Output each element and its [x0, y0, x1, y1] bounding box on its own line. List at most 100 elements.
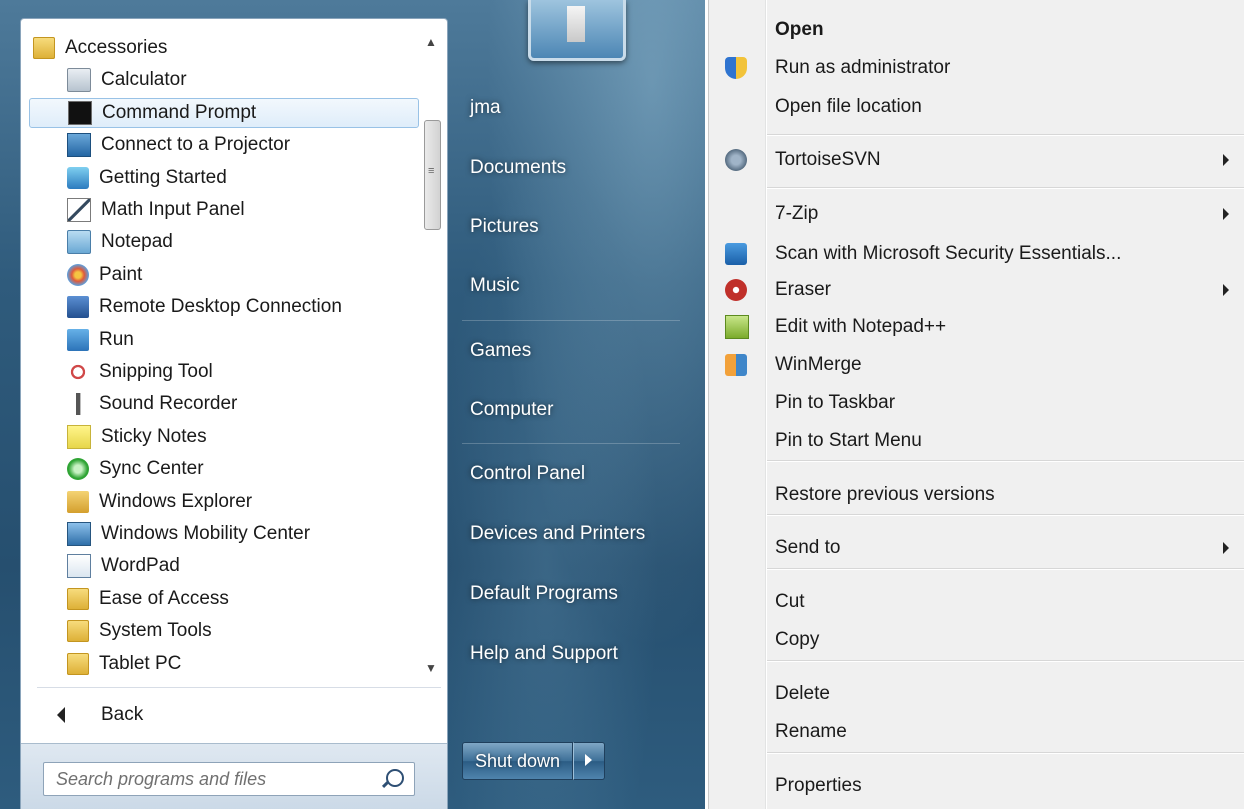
- context-menu-item[interactable]: Pin to Taskbar: [709, 385, 1244, 421]
- microphone-icon: [67, 393, 89, 416]
- snipping-tool-icon: [67, 361, 89, 383]
- context-menu-label: Open: [775, 19, 824, 40]
- context-menu-item[interactable]: 7-Zip: [709, 196, 1244, 232]
- program-item[interactable]: Ease of Access: [29, 584, 419, 614]
- context-menu-item[interactable]: TortoiseSVN: [709, 142, 1244, 178]
- program-item[interactable]: Windows Mobility Center: [29, 519, 419, 549]
- program-item[interactable]: Run: [29, 325, 419, 355]
- winmerge-icon: [725, 354, 747, 376]
- context-menu-item[interactable]: Run as administrator: [709, 50, 1244, 86]
- submenu-arrow-icon: [1223, 154, 1229, 166]
- context-menu: Open Run as administrator Open file locati…: [708, 0, 1244, 809]
- program-item[interactable]: Getting Started: [29, 163, 419, 193]
- right-link-item[interactable]: Documents: [470, 157, 566, 179]
- right-link-item[interactable]: Music: [470, 275, 520, 297]
- context-menu-item[interactable]: Open file location: [709, 89, 1244, 125]
- folder-icon: [67, 652, 89, 675]
- program-item[interactable]: Remote Desktop Connection: [29, 292, 419, 322]
- program-item[interactable]: Paint: [29, 260, 419, 290]
- back-label: Back: [101, 704, 144, 725]
- submenu-arrow-icon: [1223, 208, 1229, 220]
- right-link-item[interactable]: Games: [470, 340, 531, 362]
- scrollbar-thumb[interactable]: ≡: [424, 120, 441, 230]
- folder-icon: [33, 37, 55, 59]
- program-label: WordPad: [101, 555, 180, 577]
- program-item[interactable]: Accessories: [29, 33, 419, 63]
- context-menu-item[interactable]: Delete: [709, 676, 1244, 712]
- back-button[interactable]: Back: [37, 697, 437, 733]
- program-item[interactable]: WordPad: [29, 551, 419, 581]
- program-item[interactable]: Notepad: [29, 227, 419, 257]
- program-item[interactable]: Command Prompt: [29, 97, 419, 128]
- program-item[interactable]: Sticky Notes: [29, 422, 419, 452]
- context-menu-item[interactable]: Cut: [709, 584, 1244, 620]
- right-link-item[interactable]: Computer: [470, 399, 553, 421]
- tortoisesvn-icon: [725, 149, 747, 171]
- context-menu-item[interactable]: WinMerge: [709, 347, 1244, 383]
- context-menu-item[interactable]: Edit with Notepad++: [709, 309, 1244, 345]
- programs-scrollbar[interactable]: ▲ ≡ ▼: [421, 25, 443, 685]
- program-item[interactable]: Math Input Panel: [29, 195, 419, 225]
- program-item[interactable]: Tablet PC: [29, 649, 419, 679]
- paint-icon: [67, 263, 89, 286]
- search-box[interactable]: [43, 762, 415, 796]
- right-link-item[interactable]: Devices and Printers: [470, 523, 645, 545]
- sticky-notes-icon: [67, 424, 91, 449]
- user-picture[interactable]: [528, 0, 626, 61]
- wordpad-icon: [67, 554, 91, 579]
- program-item[interactable]: Sync Center: [29, 454, 419, 484]
- context-menu-item[interactable]: Scan with Microsoft Security Essentials.…: [709, 236, 1244, 272]
- program-label: Ease of Access: [99, 587, 229, 609]
- shutdown-button[interactable]: Shut down: [462, 742, 574, 780]
- context-menu-label: Restore previous versions: [775, 484, 995, 505]
- submenu-arrow-icon: [1223, 542, 1229, 554]
- context-menu-item[interactable]: Copy: [709, 622, 1244, 658]
- context-menu-label: Open file location: [775, 96, 922, 117]
- shield-icon: [725, 57, 747, 79]
- context-menu-label: Scan with Microsoft Security Essentials.…: [775, 243, 1122, 264]
- scroll-down-arrow-icon[interactable]: ▼: [425, 661, 437, 675]
- search-input[interactable]: [54, 763, 378, 795]
- context-menu-label: Pin to Taskbar: [775, 392, 896, 413]
- context-menu-item[interactable]: Restore previous versions: [709, 477, 1244, 513]
- mobility-center-icon: [67, 522, 91, 546]
- right-link-item[interactable]: Help and Support: [470, 643, 618, 665]
- context-menu-label: 7-Zip: [775, 203, 819, 224]
- context-menu-item[interactable]: Rename: [709, 714, 1244, 750]
- user-name-link[interactable]: jma: [470, 97, 501, 119]
- context-menu-item[interactable]: Eraser: [709, 272, 1244, 308]
- program-item[interactable]: Calculator: [29, 65, 419, 95]
- scroll-up-arrow-icon[interactable]: ▲: [425, 35, 437, 49]
- program-label: Sync Center: [99, 458, 204, 480]
- program-label: Sound Recorder: [99, 393, 238, 415]
- command-prompt-icon: [68, 100, 92, 125]
- right-link-item[interactable]: Control Panel: [470, 463, 585, 485]
- shutdown-options-button[interactable]: [573, 742, 606, 780]
- program-label: Tablet PC: [99, 652, 182, 674]
- divider: [462, 443, 680, 444]
- eraser-icon: [725, 279, 747, 301]
- projector-icon: [67, 133, 91, 158]
- program-item[interactable]: Sound Recorder: [29, 389, 419, 419]
- program-label: Accessories: [65, 37, 168, 58]
- math-input-icon: [67, 198, 91, 222]
- program-label: Run: [99, 328, 134, 350]
- program-item[interactable]: Windows Explorer: [29, 487, 419, 517]
- program-label: Calculator: [101, 69, 187, 91]
- context-menu-item[interactable]: Open: [709, 12, 1244, 48]
- program-list: Accessories Calculator Command Prompt Conne…: [21, 27, 421, 687]
- context-menu-item[interactable]: Pin to Start Menu: [709, 423, 1244, 459]
- right-link-item[interactable]: Default Programs: [470, 583, 618, 605]
- search-icon[interactable]: [386, 769, 404, 787]
- remote-desktop-icon: [67, 296, 89, 319]
- program-item[interactable]: Snipping Tool: [29, 357, 419, 387]
- context-menu-item[interactable]: Send to: [709, 530, 1244, 566]
- folder-explorer-icon: [67, 490, 89, 513]
- notepad-plus-icon: [725, 315, 749, 339]
- context-menu-item[interactable]: Properties: [709, 768, 1244, 804]
- notepad-icon: [67, 230, 91, 255]
- divider: [37, 687, 441, 688]
- program-item[interactable]: System Tools: [29, 616, 419, 646]
- program-item[interactable]: Connect to a Projector: [29, 130, 419, 160]
- right-link-item[interactable]: Pictures: [470, 216, 539, 238]
